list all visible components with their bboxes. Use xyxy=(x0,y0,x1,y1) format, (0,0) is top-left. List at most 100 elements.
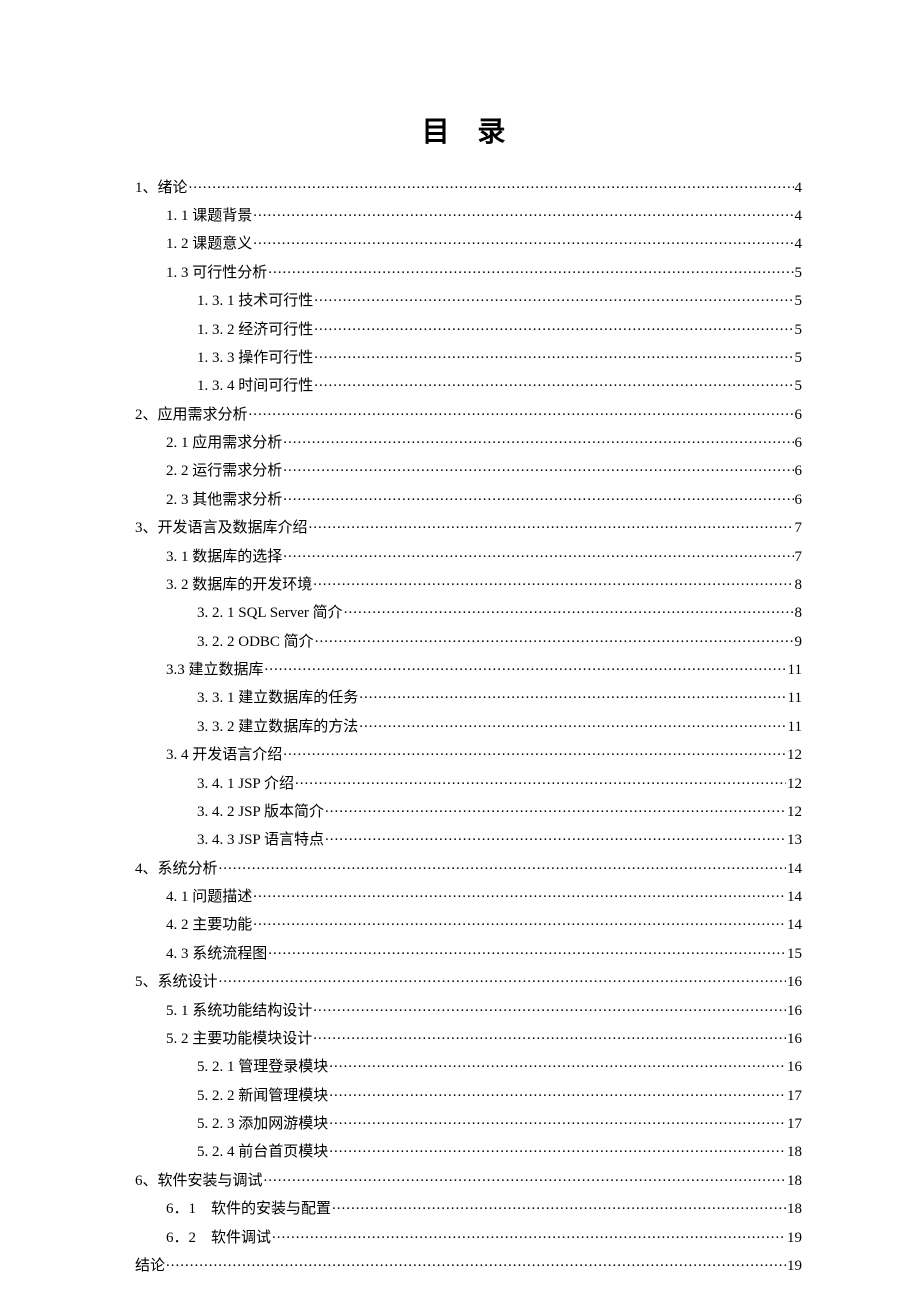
toc-entry-label: 结论 xyxy=(135,1259,165,1274)
toc-entry-page: 9 xyxy=(795,635,803,650)
toc-leader-dots xyxy=(283,460,793,475)
toc-entry[interactable]: 5、系统设计16 xyxy=(135,967,802,995)
toc-entry[interactable]: 3. 4. 3 JSP 语言特点13 xyxy=(135,825,802,853)
toc-leader-dots xyxy=(314,375,793,390)
toc-entry[interactable]: 3. 4. 1 JSP 介绍12 xyxy=(135,768,802,796)
toc-entry-label: 5. 1 系统功能结构设计 xyxy=(166,1004,312,1019)
toc-entry[interactable]: 1. 3. 2 经济可行性5 xyxy=(135,314,802,342)
toc-entry-label: 1. 2 课题意义 xyxy=(166,237,252,252)
toc-entry[interactable]: 3.3 建立数据库 11 xyxy=(135,654,802,682)
toc-entry-page: 8 xyxy=(795,578,803,593)
toc-entry[interactable]: 1、绪论 4 xyxy=(135,172,802,200)
toc-leader-dots xyxy=(329,1141,786,1156)
toc-entry-label: 6．2 软件调试 xyxy=(166,1231,271,1246)
toc-leader-dots xyxy=(189,177,794,192)
toc-entry[interactable]: 1. 3. 1 技术可行性5 xyxy=(135,286,802,314)
toc-entry[interactable]: 1. 2 课题意义4 xyxy=(135,229,802,257)
toc-entry[interactable]: 结论 19 xyxy=(135,1250,802,1278)
toc-entry-page: 14 xyxy=(787,890,802,905)
toc-entry[interactable]: 3. 3. 1 建立数据库的任务11 xyxy=(135,683,802,711)
toc-entry[interactable]: 5. 1 系统功能结构设计16 xyxy=(135,995,802,1023)
toc-entry[interactable]: 3. 1 数据库的选择7 xyxy=(135,541,802,569)
toc-leader-dots xyxy=(264,1170,786,1185)
toc-entry-page: 11 xyxy=(788,691,802,706)
toc-entry-page: 13 xyxy=(787,833,802,848)
toc-entry[interactable]: 3. 2. 2 ODBC 简介 9 xyxy=(135,626,802,654)
toc-leader-dots xyxy=(283,432,793,447)
toc-leader-dots xyxy=(268,943,786,958)
toc-entry-page: 11 xyxy=(788,720,802,735)
toc-entry-label: 6．1 软件的安装与配置 xyxy=(166,1202,331,1217)
toc-entry[interactable]: 5. 2. 2 新闻管理模块17 xyxy=(135,1080,802,1108)
toc-entry[interactable]: 3. 2. 1 SQL Server 简介 8 xyxy=(135,598,802,626)
toc-leader-dots xyxy=(359,687,786,702)
toc-entry-label: 3. 4 开发语言介绍 xyxy=(166,748,282,763)
toc-leader-dots xyxy=(309,517,794,532)
toc-entry-label: 5、系统设计 xyxy=(135,975,218,990)
toc-leader-dots xyxy=(253,886,786,901)
toc-entry-page: 14 xyxy=(787,862,802,877)
toc-entry[interactable]: 4. 3 系统流程图 15 xyxy=(135,938,802,966)
toc-entry-page: 4 xyxy=(795,209,803,224)
toc-entry[interactable]: 3. 4. 2 JSP 版本简介12 xyxy=(135,796,802,824)
toc-entry[interactable]: 2、应用需求分析6 xyxy=(135,399,802,427)
toc-entry-label: 5. 2. 1 管理登录模块 xyxy=(197,1060,328,1075)
toc-entry-page: 11 xyxy=(788,663,802,678)
toc-entry[interactable]: 1. 1 课题背景4 xyxy=(135,200,802,228)
toc-entry[interactable]: 6．1 软件的安装与配置18 xyxy=(135,1194,802,1222)
toc-entry-page: 19 xyxy=(787,1231,802,1246)
toc-entry[interactable]: 5. 2. 1 管理登录模块 16 xyxy=(135,1052,802,1080)
toc-entry-page: 5 xyxy=(795,351,803,366)
toc-entry[interactable]: 3. 2 数据库的开发环境 8 xyxy=(135,569,802,597)
toc-entry[interactable]: 4、系统分析14 xyxy=(135,853,802,881)
toc-entry-page: 4 xyxy=(795,181,803,196)
toc-leader-dots xyxy=(325,829,786,844)
toc-entry-label: 3.3 建立数据库 xyxy=(166,663,264,678)
toc-entry[interactable]: 2. 3 其他需求分析 6 xyxy=(135,484,802,512)
toc-entry-page: 19 xyxy=(787,1259,802,1274)
toc-entry[interactable]: 2. 1 应用需求分析 6 xyxy=(135,427,802,455)
toc-entry-label: 3. 2. 1 SQL Server 简介 xyxy=(197,606,343,621)
toc-entry-label: 6、软件安装与调试 xyxy=(135,1174,263,1189)
toc-entry[interactable]: 3. 4 开发语言介绍 12 xyxy=(135,740,802,768)
toc-entry[interactable]: 1. 3 可行性分析5 xyxy=(135,257,802,285)
toc-entry[interactable]: 5. 2. 3 添加网游模块17 xyxy=(135,1108,802,1136)
toc-leader-dots xyxy=(253,233,793,248)
toc-entry[interactable]: 5. 2 主要功能模块设计16 xyxy=(135,1023,802,1051)
toc-entry-page: 5 xyxy=(795,323,803,338)
toc-entry-page: 5 xyxy=(795,266,803,281)
toc-entry-label: 1. 3. 1 技术可行性 xyxy=(197,294,313,309)
toc-leader-dots xyxy=(314,319,793,334)
toc-entry-page: 16 xyxy=(787,1060,802,1075)
toc-entry-label: 2. 2 运行需求分析 xyxy=(166,464,282,479)
toc-entry-page: 12 xyxy=(787,748,802,763)
toc-entry[interactable]: 2. 2 运行需求分析6 xyxy=(135,456,802,484)
toc-entry-page: 15 xyxy=(787,947,802,962)
toc-leader-dots xyxy=(314,347,793,362)
toc-entry-label: 3. 2 数据库的开发环境 xyxy=(166,578,312,593)
toc-entry-label: 2. 3 其他需求分析 xyxy=(166,493,282,508)
toc-entry-label: 1、绪论 xyxy=(135,181,188,196)
toc-entry[interactable]: 3、开发语言及数据库介绍7 xyxy=(135,513,802,541)
toc-entry-label: 2. 1 应用需求分析 xyxy=(166,436,282,451)
toc-entry[interactable]: 4. 1 问题描述14 xyxy=(135,881,802,909)
toc-entry-page: 6 xyxy=(795,493,803,508)
toc-leader-dots xyxy=(325,801,786,816)
toc-entry-label: 3. 1 数据库的选择 xyxy=(166,550,282,565)
toc-entry-label: 4. 3 系统流程图 xyxy=(166,947,267,962)
toc-entry[interactable]: 4. 2 主要功能14 xyxy=(135,910,802,938)
toc-entry[interactable]: 3. 3. 2 建立数据库的方法 11 xyxy=(135,711,802,739)
toc-entry-label: 3. 2. 2 ODBC 简介 xyxy=(197,635,314,650)
table-of-contents: 1、绪论41. 1 课题背景41. 2 课题意义41. 3 可行性分析51. 3… xyxy=(135,172,802,1279)
toc-entry[interactable]: 6、软件安装与调试18 xyxy=(135,1165,802,1193)
toc-entry-label: 5. 2. 2 新闻管理模块 xyxy=(197,1089,328,1104)
toc-leader-dots xyxy=(219,858,786,873)
toc-entry[interactable]: 1. 3. 4 时间可行性5 xyxy=(135,371,802,399)
toc-leader-dots xyxy=(315,631,794,646)
toc-entry[interactable]: 5. 2. 4 前台首页模块18 xyxy=(135,1137,802,1165)
toc-entry-label: 3. 3. 2 建立数据库的方法 xyxy=(197,720,358,735)
toc-entry[interactable]: 6．2 软件调试 19 xyxy=(135,1222,802,1250)
toc-entry-page: 8 xyxy=(795,606,803,621)
toc-entry-page: 6 xyxy=(795,436,803,451)
toc-entry[interactable]: 1. 3. 3 操作可行性5 xyxy=(135,342,802,370)
